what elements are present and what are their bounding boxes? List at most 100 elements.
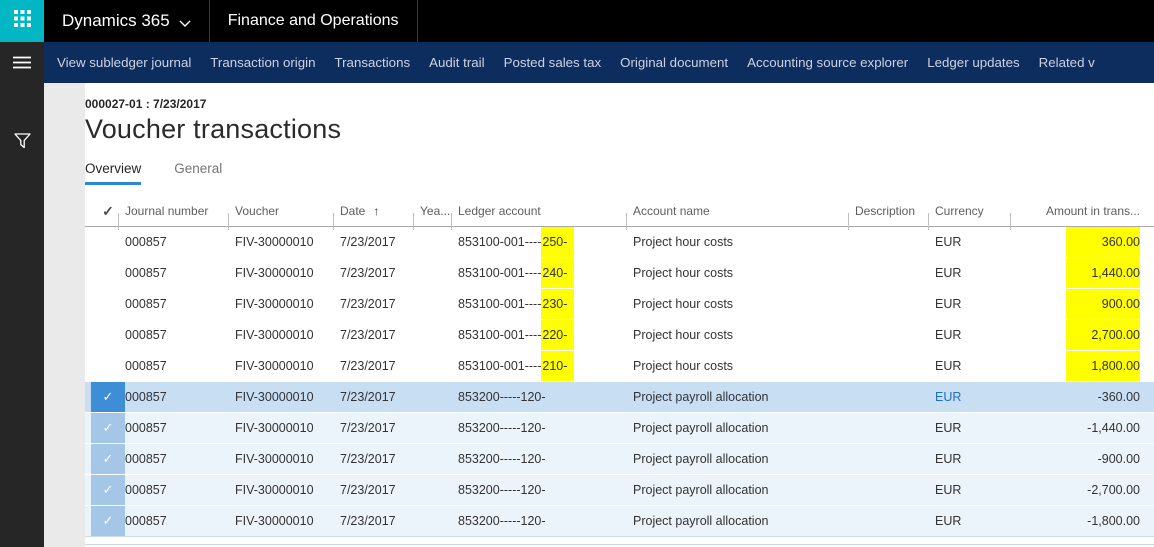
voucher-grid: ✓ Journal number Voucher Date ↑ Yea... Le… [85, 196, 1154, 545]
row-checkbox[interactable]: ✓ [91, 475, 125, 505]
cell-year [420, 351, 458, 381]
row-checkbox[interactable] [91, 351, 125, 381]
table-row[interactable]: 000857 FIV-30000010 7/23/2017 853100-001---… [85, 320, 1154, 351]
action-bar-item[interactable]: Ledger updates [927, 55, 1019, 70]
amount-value: 1,800.00 [1066, 351, 1140, 381]
column-header-year[interactable]: Yea... [420, 196, 458, 230]
amount-value: 900.00 [1066, 289, 1140, 319]
row-checkbox[interactable] [91, 289, 125, 319]
cell-currency: EUR [935, 413, 1017, 443]
column-header-account-name[interactable]: Account name [633, 196, 855, 230]
tab-general[interactable]: General [174, 160, 222, 185]
cell-currency: EUR [935, 444, 1017, 474]
ledger-highlight: 250- [541, 227, 575, 257]
column-header-ledger-account[interactable]: Ledger account [458, 196, 633, 230]
grid-header-row: ✓ Journal number Voucher Date ↑ Yea... Le… [85, 196, 1154, 230]
amount-value: -1,800.00 [1087, 514, 1140, 528]
action-bar-item[interactable]: View subledger journal [57, 55, 191, 70]
cell-account-name: Project hour costs [633, 328, 734, 342]
action-bar-item[interactable]: Audit trail [429, 55, 484, 70]
column-header-select-all[interactable]: ✓ [91, 196, 125, 230]
cell-year [420, 258, 458, 288]
cell-account-name: Project payroll allocation [633, 514, 769, 528]
row-checkbox[interactable]: ✓ [91, 413, 125, 443]
cell-ledger-account: 853100-001----240- [458, 258, 633, 288]
side-navigation [0, 42, 44, 547]
action-bar-item[interactable]: Transaction origin [210, 55, 315, 70]
cell-amount: -360.00 [1017, 382, 1140, 412]
cell-date: 7/23/2017 [340, 235, 396, 249]
hamburger-icon [13, 56, 31, 74]
cell-voucher: FIV-30000010 [235, 421, 314, 435]
product-menu[interactable]: Dynamics 365 [44, 0, 209, 42]
cell-amount: -900.00 [1017, 444, 1140, 474]
cell-description [855, 351, 935, 381]
table-row[interactable]: 000857 FIV-30000010 7/23/2017 853100-001---… [85, 289, 1154, 320]
table-row[interactable]: ✓ 000857 FIV-30000010 7/23/2017 853200-----1… [85, 382, 1154, 413]
action-bar-item[interactable]: Accounting source explorer [747, 55, 908, 70]
currency-value[interactable]: EUR [935, 382, 1017, 412]
column-header-amount[interactable]: Amount in trans... [1017, 196, 1140, 227]
currency-value: EUR [935, 514, 962, 528]
column-header-date[interactable]: Date ↑ [340, 196, 420, 230]
app-title[interactable]: Finance and Operations [210, 0, 417, 42]
table-row[interactable]: ✓ 000857 FIV-30000010 7/23/2017 853200-----1… [85, 444, 1154, 475]
table-row[interactable]: 000857 FIV-30000010 7/23/2017 853100-001---… [85, 227, 1154, 258]
action-bar-item[interactable]: Original document [620, 55, 728, 70]
cell-account-name: Project payroll allocation [633, 483, 769, 497]
cell-description [855, 444, 935, 474]
row-checkbox[interactable] [91, 227, 125, 257]
filter-button[interactable] [0, 126, 44, 160]
cell-year [420, 382, 458, 412]
column-header-voucher[interactable]: Voucher [235, 196, 340, 230]
column-header-description[interactable]: Description [855, 196, 935, 230]
cell-currency: EUR [935, 320, 1017, 350]
product-name: Dynamics 365 [62, 11, 170, 30]
table-row[interactable]: ✓ 000857 FIV-30000010 7/23/2017 853200-----1… [85, 413, 1154, 444]
row-checkbox[interactable]: ✓ [91, 382, 125, 412]
amount-value: -360.00 [1097, 390, 1140, 404]
cell-date: 7/23/2017 [340, 390, 396, 404]
cell-year [420, 444, 458, 474]
tab-overview[interactable]: Overview [85, 160, 142, 185]
table-row[interactable]: ✓ 000857 FIV-30000010 7/23/2017 853200-----1… [85, 506, 1154, 537]
grid-bottom-border [85, 544, 1154, 545]
cell-amount: 360.00 [1017, 227, 1140, 257]
row-checkbox[interactable]: ✓ [91, 506, 125, 536]
cell-year [420, 320, 458, 350]
expand-navigation-button[interactable] [0, 48, 44, 82]
cell-journal-number: 000857 [125, 359, 167, 373]
check-icon: ✓ [102, 451, 114, 466]
currency-value: EUR [935, 266, 962, 280]
cell-journal-number: 000857 [125, 514, 167, 528]
amount-value: 360.00 [1066, 227, 1140, 257]
cell-currency: EUR [935, 227, 1017, 257]
cell-currency: EUR [935, 289, 1017, 319]
table-row[interactable]: ✓ 000857 FIV-30000010 7/23/2017 853200-----1… [85, 475, 1154, 506]
column-header-journal-number[interactable]: Journal number [125, 196, 235, 230]
row-checkbox[interactable] [91, 320, 125, 350]
action-bar-item[interactable]: Related v [1039, 55, 1095, 70]
ledger-highlight: 240- [541, 258, 575, 288]
row-checkbox[interactable] [91, 258, 125, 288]
action-bar-item[interactable]: Posted sales tax [504, 55, 602, 70]
cell-ledger-account: 853100-001----220- [458, 320, 633, 350]
grid-body: 000857 FIV-30000010 7/23/2017 853100-001---… [85, 227, 1154, 537]
app-launcher-button[interactable] [0, 0, 44, 42]
cell-journal-number: 000857 [125, 483, 167, 497]
row-checkbox[interactable]: ✓ [91, 444, 125, 474]
table-row[interactable]: 000857 FIV-30000010 7/23/2017 853100-001---… [85, 351, 1154, 382]
cell-description [855, 506, 935, 536]
cell-amount: 2,700.00 [1017, 320, 1140, 350]
action-bar-item[interactable]: Transactions [335, 55, 411, 70]
cell-date: 7/23/2017 [340, 452, 396, 466]
cell-ledger-account: 853200-----120- [458, 514, 546, 528]
check-icon: ✓ [102, 389, 114, 404]
table-row[interactable]: 000857 FIV-30000010 7/23/2017 853100-001---… [85, 258, 1154, 289]
cell-date: 7/23/2017 [340, 514, 396, 528]
cell-voucher: FIV-30000010 [235, 452, 314, 466]
cell-currency: EUR [935, 382, 1017, 412]
cell-ledger-account: 853200-----120- [458, 483, 546, 497]
column-header-currency[interactable]: Currency [935, 196, 1017, 230]
topbar-divider [416, 0, 418, 42]
